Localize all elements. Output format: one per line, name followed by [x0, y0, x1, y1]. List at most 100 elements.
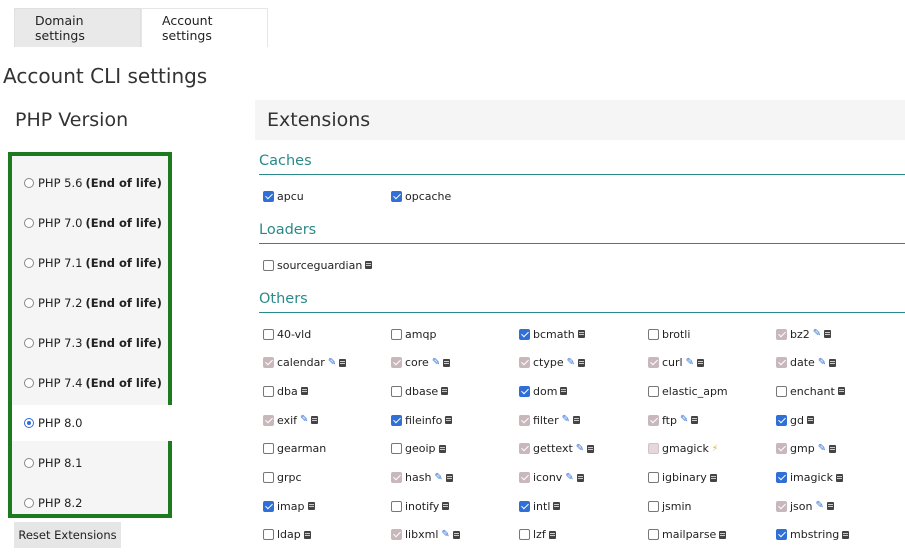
extension-checkbox[interactable]: [263, 414, 274, 426]
extension-amqp[interactable]: amqp: [391, 326, 436, 342]
extension-elastic-apm[interactable]: elastic_apm: [648, 383, 728, 399]
extension-intl[interactable]: intl: [519, 498, 561, 514]
extension-mbstring[interactable]: mbstring: [776, 527, 850, 543]
extension-checkbox[interactable]: [519, 529, 530, 541]
extension-filter[interactable]: filter ✎: [519, 412, 580, 428]
extension-checkbox[interactable]: [776, 414, 787, 426]
php-version-option[interactable]: PHP 7.4 (End of life): [12, 365, 168, 401]
extension-ldap[interactable]: ldap: [263, 527, 311, 543]
extension-checkbox[interactable]: [391, 500, 402, 512]
extension-brotli[interactable]: brotli: [648, 326, 690, 342]
extension-apcu[interactable]: apcu: [263, 188, 304, 204]
extension-checkbox[interactable]: [648, 414, 659, 426]
extension-checkbox[interactable]: [391, 472, 402, 483]
radio-button[interactable]: [24, 338, 34, 348]
extension-checkbox[interactable]: [391, 328, 402, 340]
extension-exif[interactable]: exif ✎: [263, 412, 319, 428]
php-version-option[interactable]: PHP 7.3 (End of life): [12, 325, 168, 361]
extension-gettext[interactable]: gettext ✎: [519, 441, 595, 457]
extension-checkbox[interactable]: [648, 472, 659, 483]
php-version-option[interactable]: PHP 7.2 (End of life): [12, 285, 168, 321]
extension-checkbox[interactable]: [519, 414, 530, 426]
extension-checkbox[interactable]: [648, 357, 659, 369]
extension-checkbox[interactable]: [391, 190, 402, 202]
extension-ftp[interactable]: ftp ✎: [648, 412, 699, 428]
extension-checkbox[interactable]: [263, 357, 274, 369]
extension-geoip[interactable]: geoip: [391, 441, 446, 457]
extension-gmp[interactable]: gmp ✎: [776, 441, 837, 457]
extension-40-vld[interactable]: 40-vld: [263, 326, 311, 342]
extension-checkbox[interactable]: [391, 385, 402, 397]
extension-checkbox[interactable]: [391, 529, 402, 541]
extension-checkbox[interactable]: [263, 472, 274, 483]
extension-json[interactable]: json ✎: [776, 498, 834, 514]
extension-checkbox[interactable]: [776, 385, 787, 397]
extension-mailparse[interactable]: mailparse: [648, 527, 727, 543]
extension-checkbox[interactable]: [263, 529, 274, 541]
extension-checkbox[interactable]: [776, 472, 787, 483]
radio-button[interactable]: [24, 298, 34, 308]
extension-bcmath[interactable]: bcmath: [519, 326, 585, 342]
extension-grpc[interactable]: grpc: [263, 470, 302, 486]
extension-checkbox[interactable]: [391, 357, 402, 369]
radio-button[interactable]: [24, 378, 34, 388]
extension-checkbox[interactable]: [519, 472, 530, 483]
extension-inotify[interactable]: inotify: [391, 498, 450, 514]
extension-checkbox[interactable]: [391, 443, 402, 455]
extension-sourceguardian[interactable]: sourceguardian: [263, 257, 373, 273]
php-version-option[interactable]: PHP 5.6 (End of life): [12, 165, 168, 201]
php-version-option[interactable]: PHP 7.1 (End of life): [12, 245, 168, 281]
radio-button[interactable]: [24, 258, 34, 268]
extension-libxml[interactable]: libxml ✎: [391, 527, 460, 543]
extension-checkbox[interactable]: [519, 443, 530, 455]
radio-button[interactable]: [24, 458, 34, 468]
extension-checkbox[interactable]: [391, 414, 402, 426]
extension-gd[interactable]: gd: [776, 412, 814, 428]
php-version-option[interactable]: PHP 8.0: [12, 405, 257, 441]
extension-checkbox[interactable]: [648, 443, 659, 455]
extension-fileinfo[interactable]: fileinfo: [391, 412, 453, 428]
extension-ctype[interactable]: ctype ✎: [519, 355, 586, 371]
extension-checkbox[interactable]: [776, 357, 787, 369]
php-version-option[interactable]: PHP 7.0 (End of life): [12, 205, 168, 241]
extension-gearman[interactable]: gearman: [263, 441, 326, 457]
php-version-option[interactable]: PHP 8.1: [12, 445, 168, 481]
extension-checkbox[interactable]: [648, 328, 659, 340]
extension-checkbox[interactable]: [776, 328, 787, 340]
extension-checkbox[interactable]: [648, 500, 659, 512]
extension-checkbox[interactable]: [519, 328, 530, 340]
extension-iconv[interactable]: iconv ✎: [519, 470, 584, 486]
extension-imagick[interactable]: imagick: [776, 470, 843, 486]
extension-bz2[interactable]: bz2 ✎: [776, 326, 832, 342]
radio-button[interactable]: [24, 498, 34, 508]
extension-jsmin[interactable]: jsmin: [648, 498, 692, 514]
extension-checkbox[interactable]: [776, 529, 787, 541]
extension-lzf[interactable]: lzf: [519, 527, 556, 543]
extension-curl[interactable]: curl ✎: [648, 355, 704, 371]
extension-igbinary[interactable]: igbinary: [648, 470, 717, 486]
extension-checkbox[interactable]: [263, 443, 274, 455]
extension-checkbox[interactable]: [648, 529, 659, 541]
tab-account-settings[interactable]: Account settings: [141, 8, 268, 47]
extension-gmagick[interactable]: gmagick ⚡: [648, 441, 718, 457]
extension-checkbox[interactable]: [776, 443, 787, 455]
extension-checkbox[interactable]: [263, 190, 274, 202]
extension-imap[interactable]: imap: [263, 498, 315, 514]
extension-checkbox[interactable]: [648, 385, 659, 397]
radio-button[interactable]: [24, 418, 34, 428]
php-version-option[interactable]: PHP 8.2: [12, 485, 168, 521]
extension-opcache[interactable]: opcache: [391, 188, 451, 204]
tab-domain-settings[interactable]: Domain settings: [14, 8, 141, 47]
extension-date[interactable]: date ✎: [776, 355, 837, 371]
extension-checkbox[interactable]: [519, 385, 530, 397]
extension-hash[interactable]: hash ✎: [391, 470, 453, 486]
extension-calendar[interactable]: calendar ✎: [263, 355, 347, 371]
extension-checkbox[interactable]: [263, 500, 274, 512]
extension-dba[interactable]: dba: [263, 383, 308, 399]
extension-dbase[interactable]: dbase: [391, 383, 449, 399]
extension-checkbox[interactable]: [263, 385, 274, 397]
extension-checkbox[interactable]: [263, 328, 274, 340]
extension-checkbox[interactable]: [263, 259, 274, 271]
radio-button[interactable]: [24, 178, 34, 188]
extension-checkbox[interactable]: [776, 500, 787, 512]
